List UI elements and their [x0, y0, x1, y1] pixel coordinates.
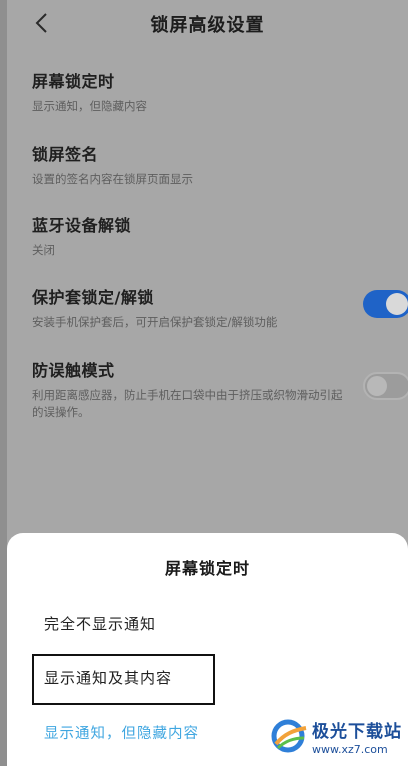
setting-subtitle: 安装手机保护套后，可开启保护套锁定/解锁功能 — [32, 315, 278, 329]
sheet-title: 屏幕锁定时 — [164, 559, 250, 578]
option-hide-all[interactable]: 完全不显示通知 — [44, 613, 156, 634]
watermark-name: 极光下载站 — [312, 721, 402, 742]
setting-title: 蓝牙设备解锁 — [32, 216, 132, 235]
anti-mistouch-toggle[interactable] — [363, 372, 408, 400]
watermark-text: 极光下载站 www.xz7.com — [312, 717, 402, 756]
aurora-logo-icon — [271, 719, 307, 753]
setting-subtitle: 设置的签名内容在锁屏页面显示 — [32, 172, 193, 186]
option-show-hide-content[interactable]: 显示通知，但隐藏内容 — [44, 722, 199, 743]
option-show-all[interactable]: 显示通知及其内容 — [44, 667, 172, 688]
setting-lock-signature[interactable]: 锁屏签名 设置的签名内容在锁屏页面显示 — [32, 141, 408, 188]
setting-title: 防误触模式 — [32, 361, 115, 380]
setting-title: 保护套锁定/解锁 — [32, 288, 154, 307]
setting-cover-lock: 保护套锁定/解锁 安装手机保护套后，可开启保护套锁定/解锁功能 — [32, 284, 408, 331]
watermark: 极光下载站 www.xz7.com — [268, 716, 402, 756]
toggle-knob — [386, 293, 408, 315]
page-title: 锁屏高级设置 — [150, 15, 265, 36]
setting-screen-lock[interactable]: 屏幕锁定时 显示通知，但隐藏内容 — [32, 68, 408, 115]
toggle-knob — [367, 376, 387, 396]
watermark-url: www.xz7.com — [312, 742, 388, 756]
setting-title: 锁屏签名 — [32, 145, 99, 164]
cover-lock-toggle[interactable] — [363, 290, 408, 318]
header: 锁屏高级设置 — [7, 0, 408, 44]
setting-bluetooth-unlock[interactable]: 蓝牙设备解锁 关闭 — [32, 212, 408, 259]
setting-anti-mistouch: 防误触模式 利用距离感应器，防止手机在口袋中由于挤压或织物滑动引起的误操作。 — [32, 357, 408, 421]
phone-screen: 锁屏高级设置 屏幕锁定时 显示通知，但隐藏内容 锁屏签名 设置的签名内容在锁屏页… — [7, 0, 408, 766]
setting-subtitle: 关闭 — [32, 243, 55, 257]
setting-subtitle: 利用距离感应器，防止手机在口袋中由于挤压或织物滑动引起的误操作。 — [32, 388, 343, 419]
setting-subtitle: 显示通知，但隐藏内容 — [32, 99, 147, 113]
setting-title: 屏幕锁定时 — [32, 72, 115, 91]
